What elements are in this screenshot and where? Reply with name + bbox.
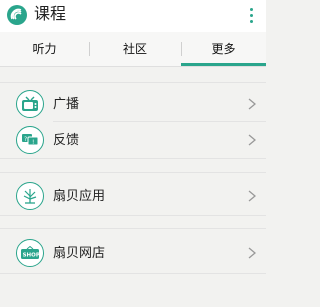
tab-bar: 听力 社区 更多 <box>0 32 266 67</box>
active-tab-indicator <box>181 63 266 66</box>
list-item-feedback[interactable]: ? ! 反馈 <box>0 122 266 160</box>
page-title: 课程 <box>34 4 67 23</box>
tab-community[interactable]: 社区 <box>89 32 181 66</box>
shop-icon: SHOP <box>16 239 44 267</box>
divider <box>0 273 266 274</box>
divider <box>0 228 266 229</box>
chevron-right-icon <box>248 190 257 202</box>
list-item-broadcast[interactable]: 广播 <box>0 86 266 124</box>
list-item-label: 反馈 <box>53 133 80 148</box>
svg-text:?: ? <box>24 136 27 143</box>
divider <box>0 172 266 173</box>
divider <box>0 215 266 216</box>
list-item-shanbay-apps[interactable]: 扇贝应用 <box>0 178 266 216</box>
list-item-label: 扇贝网店 <box>53 246 106 261</box>
divider <box>0 158 266 159</box>
svg-text:!: ! <box>32 139 34 146</box>
tv-icon <box>16 90 44 118</box>
divider <box>0 82 266 83</box>
overflow-menu-icon[interactable] <box>248 5 254 25</box>
list-item-label: 扇贝应用 <box>53 189 106 204</box>
list-item-shanbay-shop[interactable]: SHOP 扇贝网店 <box>0 235 266 273</box>
chevron-right-icon <box>248 247 257 259</box>
feedback-icon: ? ! <box>16 126 44 154</box>
tab-listening[interactable]: 听力 <box>0 32 89 66</box>
chevron-right-icon <box>248 98 257 110</box>
list-item-label: 广播 <box>53 97 80 112</box>
plant-icon <box>16 182 44 210</box>
shop-icon-text: SHOP <box>23 253 40 259</box>
top-bar: 课程 <box>0 0 266 33</box>
chevron-right-icon <box>248 134 257 146</box>
tab-more[interactable]: 更多 <box>181 32 266 66</box>
app-logo-icon[interactable] <box>6 4 28 26</box>
